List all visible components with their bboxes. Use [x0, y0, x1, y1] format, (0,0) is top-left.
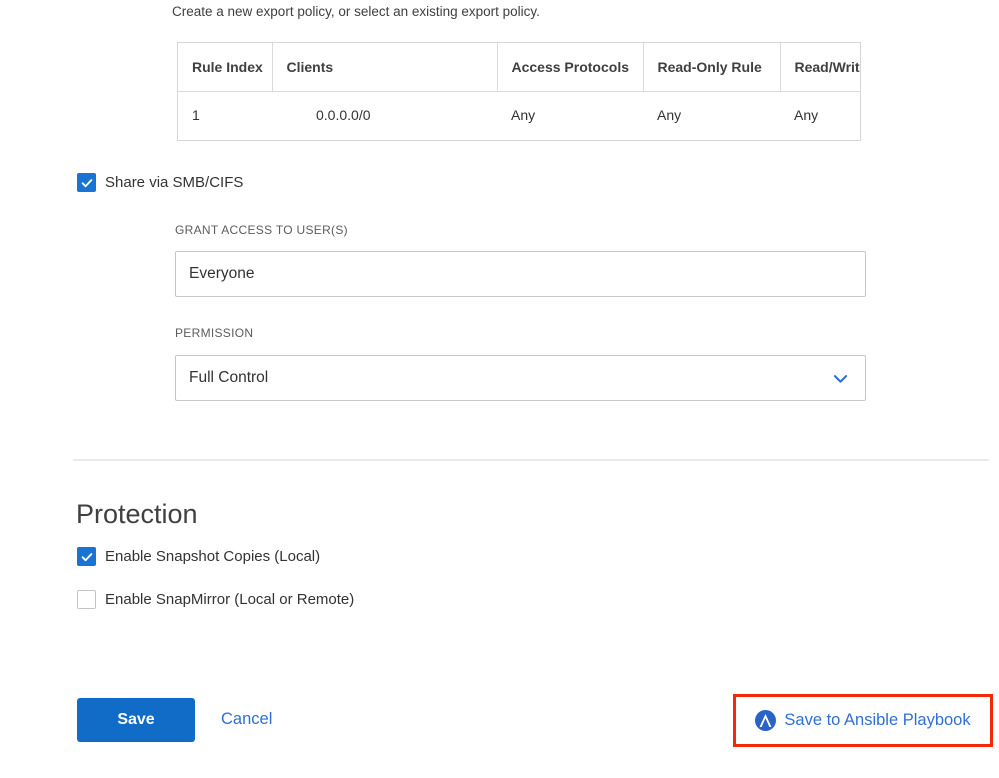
cell-clients: 0.0.0.0/0 — [272, 91, 497, 138]
cancel-button[interactable]: Cancel — [221, 710, 272, 729]
permission-select[interactable]: Full Control — [175, 355, 866, 401]
cell-read-write-rule: Any — [780, 91, 861, 138]
chevron-down-icon — [831, 369, 850, 388]
cell-access-protocols: Any — [497, 91, 643, 138]
snapmirror-checkbox[interactable] — [77, 590, 96, 609]
snapmirror-checkbox-row[interactable]: Enable SnapMirror (Local or Remote) — [77, 590, 354, 609]
col-header-access-protocols: Access Protocols — [497, 43, 643, 91]
smb-checkbox-row[interactable]: Share via SMB/CIFS — [77, 173, 243, 192]
permission-selected-value: Full Control — [189, 369, 268, 387]
permission-label: PERMISSION — [175, 326, 253, 340]
col-header-read-write-rule: Read/Write Rule — [780, 43, 861, 91]
save-to-ansible-button[interactable]: Save to Ansible Playbook — [755, 710, 970, 731]
cell-read-only-rule: Any — [643, 91, 780, 138]
table-header-row: Rule Index Clients Access Protocols Read… — [178, 43, 861, 91]
check-icon — [80, 176, 94, 190]
grant-access-input[interactable] — [175, 251, 866, 297]
export-policy-table: Rule Index Clients Access Protocols Read… — [177, 42, 861, 141]
section-divider — [73, 459, 989, 461]
protection-title: Protection — [76, 499, 198, 530]
cell-rule-index: 1 — [178, 91, 272, 138]
grant-access-label: GRANT ACCESS TO USER(S) — [175, 223, 348, 237]
snapshot-copies-checkbox[interactable] — [77, 547, 96, 566]
ansible-icon — [755, 710, 776, 731]
save-button[interactable]: Save — [77, 698, 195, 742]
ansible-button-label: Save to Ansible Playbook — [784, 711, 970, 730]
export-policy-instruction: Create a new export policy, or select an… — [172, 4, 540, 19]
table-row[interactable]: 1 0.0.0.0/0 Any Any Any — [178, 91, 861, 138]
ansible-highlight-box: Save to Ansible Playbook — [733, 694, 993, 747]
snapshot-copies-label: Enable Snapshot Copies (Local) — [105, 548, 320, 565]
smb-checkbox-label: Share via SMB/CIFS — [105, 174, 243, 191]
col-header-rule-index: Rule Index — [178, 43, 272, 91]
check-icon — [80, 550, 94, 564]
snapmirror-label: Enable SnapMirror (Local or Remote) — [105, 591, 354, 608]
col-header-clients: Clients — [272, 43, 497, 91]
snapshot-copies-checkbox-row[interactable]: Enable Snapshot Copies (Local) — [77, 547, 320, 566]
smb-checkbox[interactable] — [77, 173, 96, 192]
col-header-read-only-rule: Read-Only Rule — [643, 43, 780, 91]
